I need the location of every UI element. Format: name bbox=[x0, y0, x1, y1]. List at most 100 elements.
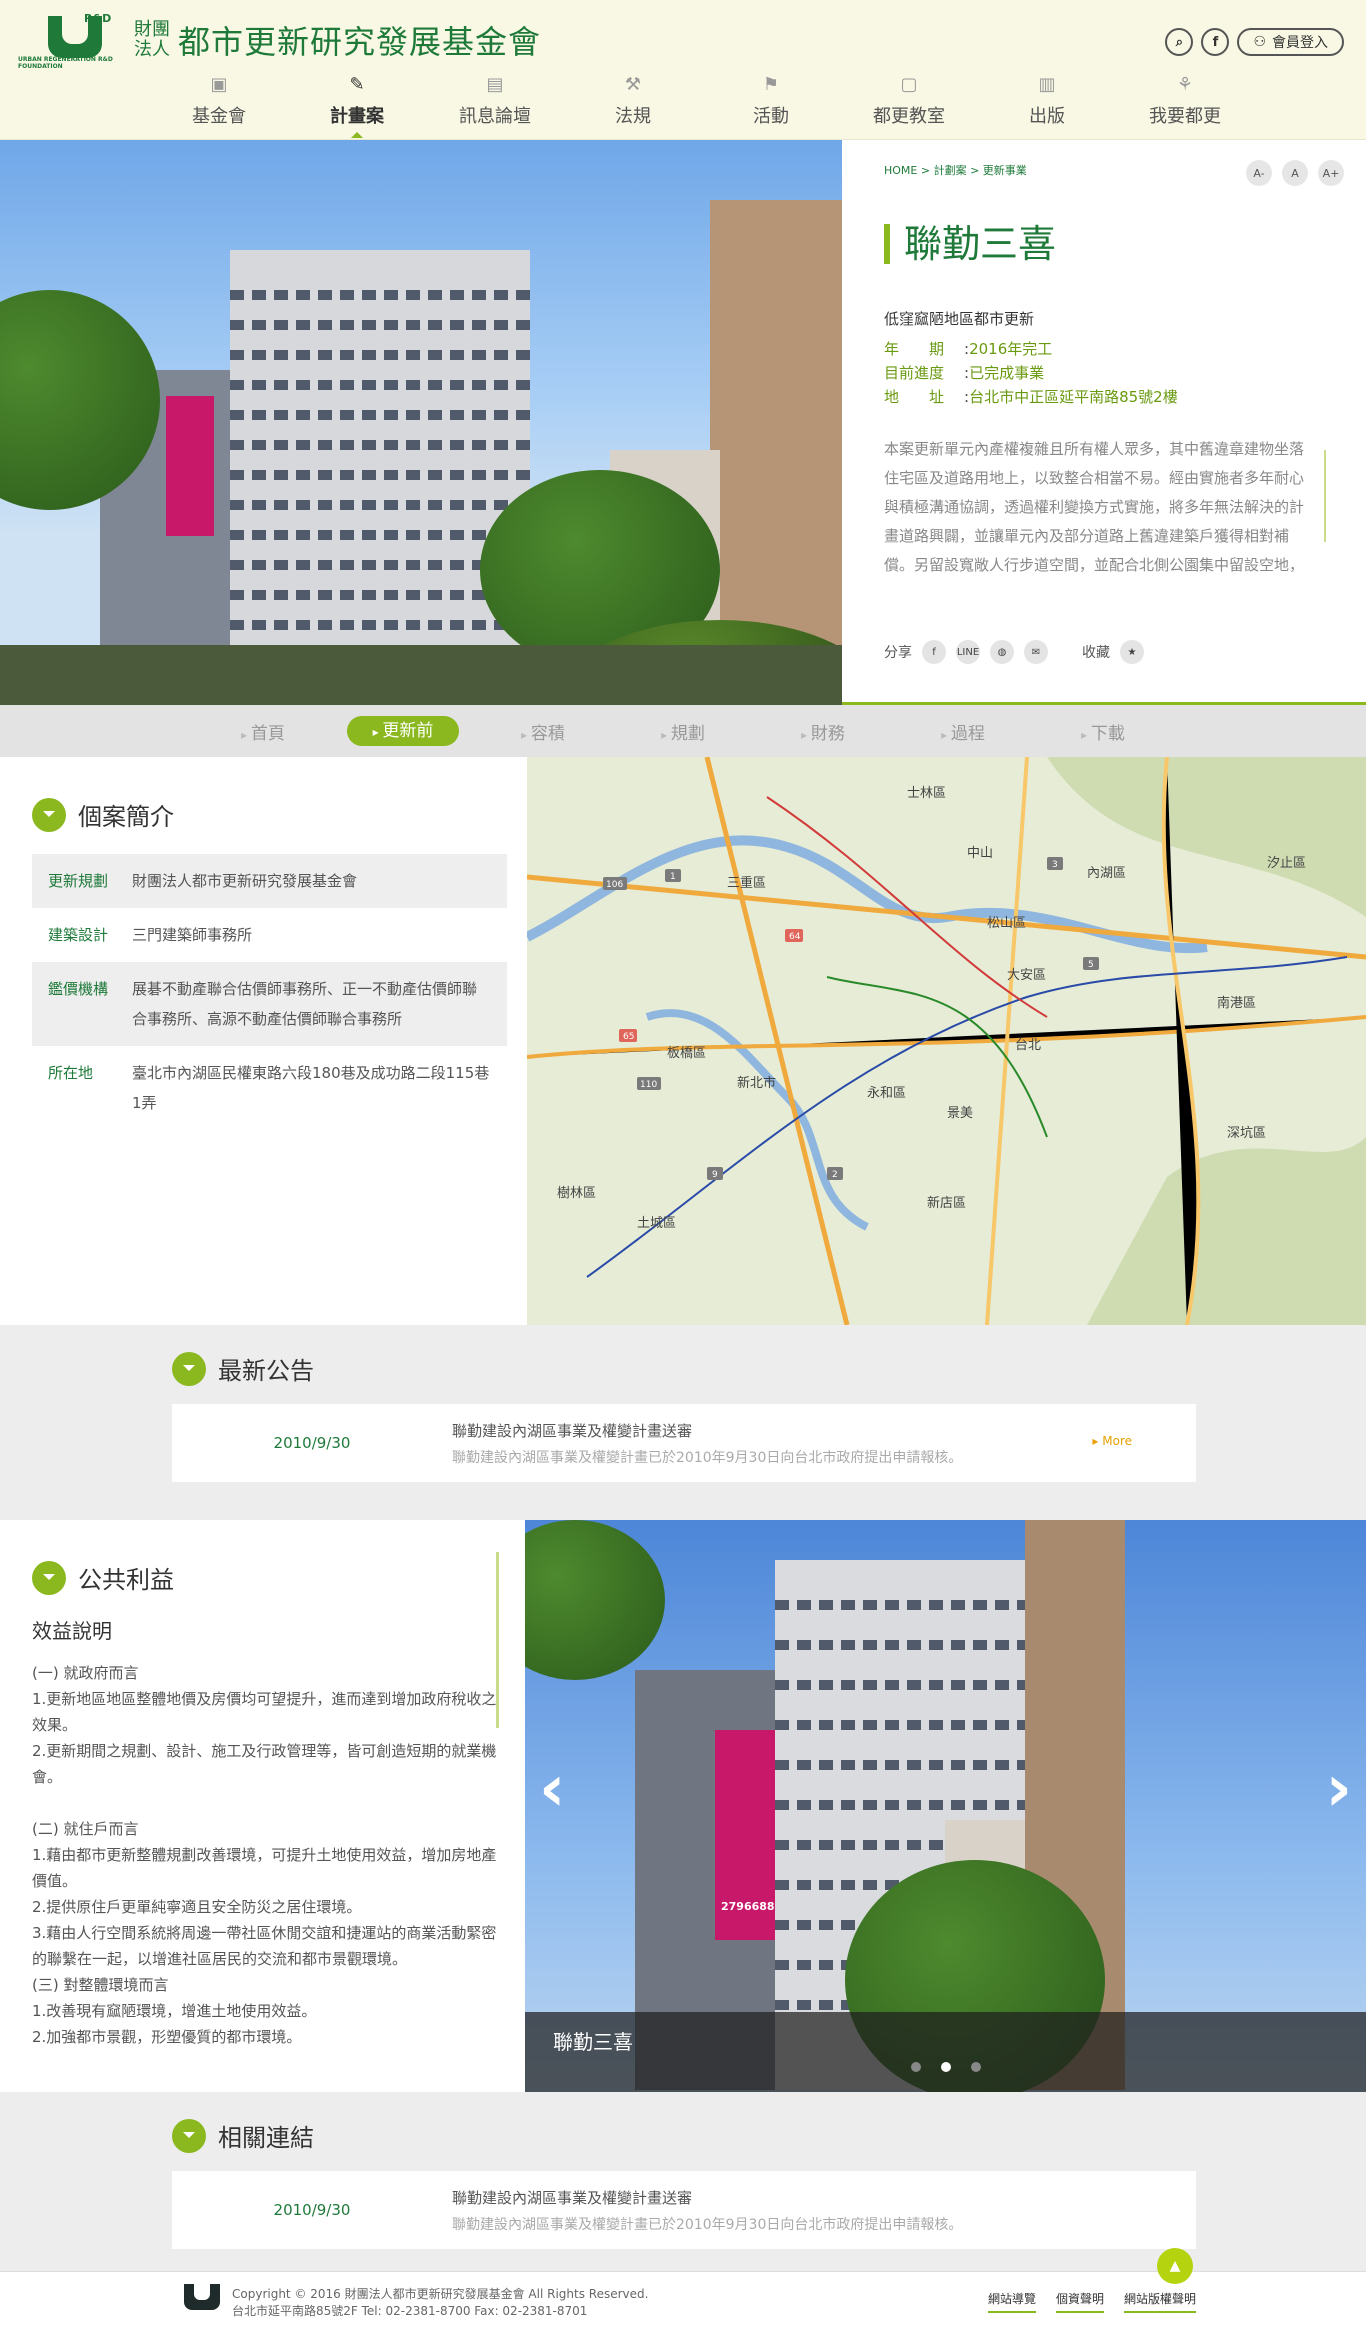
benefit-line: 2.提供原住戶更單純寧適且安全防災之居住環境。 bbox=[32, 1898, 362, 1916]
tab-process[interactable]: 過程 bbox=[893, 719, 1033, 744]
route-badge: 106 bbox=[606, 880, 623, 890]
location-map[interactable]: 台北 新北市 松山區 中山 大安區 永和區 新店區 內湖區 士林區 南港區 三重… bbox=[527, 757, 1366, 1325]
star-icon[interactable]: ★ bbox=[1120, 640, 1144, 664]
footer-link-copyright[interactable]: 網站版權聲明 bbox=[1123, 2290, 1196, 2313]
news-heading-label: 最新公告 bbox=[218, 1357, 314, 1385]
font-normal-button[interactable]: A bbox=[1282, 160, 1308, 186]
slider-dot-active[interactable] bbox=[940, 2062, 951, 2072]
facebook-icon[interactable]: f bbox=[1201, 28, 1230, 56]
site-footer: ▲ Copyright © 2016 財團法人都市更新研究發展基金會 All R… bbox=[0, 2248, 1366, 2328]
info-scrollbar[interactable] bbox=[1324, 450, 1326, 542]
tree bbox=[525, 1520, 665, 1680]
case-heading: 個案簡介 bbox=[32, 797, 507, 832]
news-section: 最新公告 2010/9/30 聯勤建設內湖區事業及權變計畫送審 聯勤建設內湖區事… bbox=[0, 1325, 1366, 1520]
nav-item-foundation[interactable]: ▣ 基金會 bbox=[150, 72, 288, 138]
nav-item-classroom[interactable]: ▢ 都更教室 bbox=[840, 72, 978, 138]
font-smaller-button[interactable]: A- bbox=[1246, 160, 1272, 186]
slider-dot[interactable] bbox=[910, 2062, 921, 2072]
main-nav: ▣ 基金會 ✎ 計畫案 ▤ 訊息論壇 ⚒ 法規 ⚑ 活動 ▢ 都更教室 ▥ 出版 ⚘ 我要都更 bbox=[0, 72, 1366, 138]
map-label: 南港區 bbox=[1217, 995, 1256, 1011]
nav-item-events[interactable]: ⚑ 活動 bbox=[702, 72, 840, 138]
public-benefit-section: 公共利益 效益說明 (一) 就政府而言 1.更新地區地區整體地價及房價均可望提升… bbox=[0, 1520, 1366, 2092]
chevron-down-icon bbox=[32, 797, 66, 832]
meta-year-label: 年 期 bbox=[884, 340, 945, 358]
nav-label: 我要都更 bbox=[1149, 106, 1221, 127]
nav-label: 訊息論壇 bbox=[459, 106, 531, 127]
footer-link-privacy[interactable]: 個資聲明 bbox=[1055, 2290, 1104, 2313]
wechat-share-icon[interactable]: ◍ bbox=[990, 640, 1014, 664]
chevron-down-icon bbox=[172, 1351, 206, 1386]
project-photo bbox=[0, 140, 842, 705]
font-larger-button[interactable]: A+ bbox=[1318, 160, 1344, 186]
case-key: 所在地 bbox=[48, 1064, 94, 1082]
tab-finance[interactable]: 財務 bbox=[753, 719, 893, 744]
ground bbox=[0, 645, 842, 705]
map-label: 樹林區 bbox=[557, 1186, 596, 1201]
meta-address-value: 台北市中正區延平南路85號2樓 bbox=[969, 388, 1178, 406]
benefit-scrollbar[interactable] bbox=[496, 1552, 499, 1728]
tab-volume[interactable]: 容積 bbox=[473, 719, 613, 744]
email-share-icon[interactable]: ✉ bbox=[1024, 640, 1048, 664]
link-item[interactable]: 2010/9/30 聯勤建設內湖區事業及權變計畫送審 聯勤建設內湖區事業及權變計… bbox=[172, 2171, 1196, 2249]
news-item[interactable]: 2010/9/30 聯勤建設內湖區事業及權變計畫送審 聯勤建設內湖區事業及權變計… bbox=[172, 1404, 1196, 1482]
logo-title: 都市更新研究發展基金會 bbox=[178, 23, 542, 61]
map-label: 台北 bbox=[1015, 1038, 1041, 1053]
route-badge: 64 bbox=[789, 932, 801, 942]
route-badge: 1 bbox=[670, 872, 676, 882]
nav-item-renew[interactable]: ⚘ 我要都更 bbox=[1116, 72, 1254, 138]
member-login-button[interactable]: ⚇ 會員登入 bbox=[1237, 28, 1344, 56]
footer-link-sitemap[interactable]: 網站導覽 bbox=[987, 2290, 1036, 2313]
chevron-right-icon[interactable]: › bbox=[1326, 1752, 1352, 1826]
map-label: 汐止區 bbox=[1267, 855, 1306, 871]
member-login-label: 會員登入 bbox=[1272, 35, 1328, 51]
nav-label: 法規 bbox=[615, 106, 651, 127]
news-title[interactable]: 聯勤建設內湖區事業及權變計畫送審 bbox=[452, 1420, 962, 1441]
slider-dot[interactable] bbox=[970, 2062, 981, 2072]
link-title[interactable]: 聯勤建設內湖區事業及權變計畫送審 bbox=[452, 2187, 962, 2208]
slider-dots bbox=[525, 2062, 1366, 2072]
facebook-share-icon[interactable]: f bbox=[922, 640, 946, 664]
chevron-left-icon[interactable]: ‹ bbox=[539, 1752, 565, 1826]
map-label: 松山區 bbox=[987, 916, 1026, 931]
project-meta: 年 期:2016年完工 目前進度:已完成事業 地 址:台北市中正區延平南路85號… bbox=[884, 337, 1326, 409]
site-logo[interactable]: R&D URBAN REGENERATION R&D FOUNDATION 財團… bbox=[18, 12, 542, 70]
case-value: 三門建築師事務所 bbox=[132, 926, 253, 944]
link-desc: 聯勤建設內湖區事業及權變計畫已於2010年9月30日向台北市政府提出申請報核。 bbox=[452, 2216, 963, 2233]
news-desc: 聯勤建設內湖區事業及權變計畫已於2010年9月30日向台北市政府提出申請報核。 bbox=[452, 1449, 963, 1466]
renew-icon: ⚘ bbox=[1176, 74, 1194, 95]
footer-links: 網站導覽 個資聲明 網站版權聲明 bbox=[987, 2290, 1196, 2313]
nav-item-projects[interactable]: ✎ 計畫案 bbox=[288, 72, 426, 138]
foundation-icon: ▣ bbox=[210, 74, 228, 95]
footer-logo-icon bbox=[170, 2284, 226, 2316]
nav-label: 基金會 bbox=[192, 106, 246, 127]
benefit-line: 2.更新期間之規劃、設計、施工及行政管理等，皆可創造短期的就業機會。 bbox=[32, 1742, 497, 1786]
tab-planning[interactable]: 規劃 bbox=[613, 719, 753, 744]
nav-label: 活動 bbox=[753, 106, 789, 127]
case-table: 更新規劃 財團法人都市更新研究發展基金會 建築設計 三門建築師事務所 鑑價機構 展碁不… bbox=[32, 854, 507, 1130]
project-hero: HOME > 計劃案 > 更新事業 A- A A+ 聯勤三喜 低窪窳陋地區都市更… bbox=[0, 140, 1366, 705]
nav-item-forum[interactable]: ▤ 訊息論壇 bbox=[426, 72, 564, 138]
map-canvas: 台北 新北市 松山區 中山 大安區 永和區 新店區 內湖區 士林區 南港區 三重… bbox=[527, 757, 1366, 1325]
back-to-top-button[interactable]: ▲ bbox=[1157, 2248, 1193, 2284]
search-icon[interactable]: ⌕ bbox=[1165, 28, 1194, 56]
tab-download[interactable]: 下載 bbox=[1033, 719, 1173, 744]
nav-label: 計畫案 bbox=[330, 106, 384, 127]
tab-home[interactable]: 首頁 bbox=[193, 719, 333, 744]
billboard-text: 2796688 bbox=[721, 1900, 775, 1913]
collect-label: 收藏 bbox=[1082, 645, 1110, 661]
route-badge: 9 bbox=[712, 1170, 718, 1180]
related-links-section: 相關連結 2010/9/30 聯勤建設內湖區事業及權變計畫送審 聯勤建設內湖區事… bbox=[0, 2092, 1366, 2271]
nav-item-law[interactable]: ⚒ 法規 bbox=[564, 72, 702, 138]
project-description: 本案更新單元內產權複雜且所有權人眾多，其中舊違章建物坐落住宅區及道路用地上，以致… bbox=[884, 440, 1305, 574]
more-link[interactable]: ▸ More bbox=[1092, 1434, 1132, 1448]
nav-item-publish[interactable]: ▥ 出版 bbox=[978, 72, 1116, 138]
top-tools: ⌕ f ⚇ 會員登入 bbox=[1165, 28, 1344, 56]
logo-mark-icon: R&D URBAN REGENERATION R&D FOUNDATION bbox=[18, 12, 113, 70]
share-label: 分享 bbox=[884, 645, 912, 661]
case-value: 展碁不動產聯合估價師事務所、正一不動產估價師聯合事務所、高源不動產估價師聯合事務… bbox=[132, 980, 478, 1028]
line-share-icon[interactable]: LINE bbox=[956, 640, 980, 664]
tab-before-renewal[interactable]: 更新前 bbox=[347, 716, 459, 746]
case-row: 鑑價機構 展碁不動產聯合估價師事務所、正一不動產估價師聯合事務所、高源不動產估價師… bbox=[32, 962, 507, 1046]
nav-label: 都更教室 bbox=[873, 106, 945, 127]
site-header: R&D URBAN REGENERATION R&D FOUNDATION 財團… bbox=[0, 0, 1366, 140]
